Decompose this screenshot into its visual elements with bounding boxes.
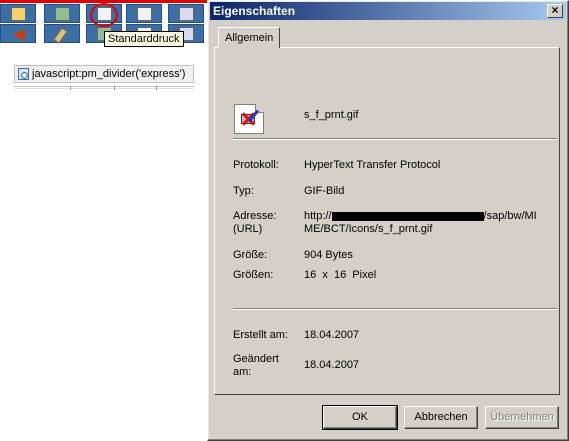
size-label: Größe: [233,249,268,261]
properties-dialog: Eigenschaften × Allgemein s_f_prnt.gif P… [207,0,569,441]
gif-file-icon [234,104,264,134]
address-label-line2: (URL) [233,223,263,235]
modified-value: 18.04.2007 [304,359,360,371]
toolbar-button[interactable] [0,4,36,23]
back-button[interactable] [0,24,36,43]
edit-button[interactable] [44,24,80,44]
modified-label: Geändert am: [233,353,279,379]
address-label-line1: Adresse: [233,210,277,222]
title-bar: Eigenschaften × [210,2,566,20]
type-value: GIF-Bild [304,185,345,197]
toolbar-icon [55,7,70,21]
cancel-button[interactable]: Abbrechen [404,406,478,429]
toolbar-button[interactable] [44,4,80,23]
highlight-circle [90,3,118,27]
close-icon: × [551,3,559,17]
dimensions-value: 16 x 16 Pixel [304,269,377,281]
print-button[interactable] [126,4,162,23]
protocol-label: Protokoll: [233,159,279,171]
size-value: 904 Bytes [304,249,353,261]
file-name: s_f_prnt.gif [304,109,359,121]
created-value: 18.04.2007 [304,329,360,341]
close-button[interactable]: × [547,4,563,18]
address-value[interactable]: http:// /sap/bw/MI ME/BCT/Icons/s_f_prnt.… [304,210,554,236]
address-prefix: http:// [304,210,332,222]
type-label: Typ: [233,185,254,197]
dimensions-label: Größen: [233,269,274,281]
apply-button[interactable]: Übernehmen [485,406,559,429]
divider-tick [114,86,115,90]
address-line2: ME/BCT/Icons/s_f_prnt.gif [304,223,433,235]
modified-label-line1: Geändert [233,353,279,365]
javascript-link-text: javascript:pm_divider('express') [32,68,186,80]
separator [233,138,557,140]
divider-tick [70,86,71,90]
dialog-title: Eigenschaften [213,4,296,18]
ok-button[interactable]: OK [322,405,398,430]
divider-tick [156,86,157,90]
separator [233,308,557,310]
toolbar-icon [179,7,194,21]
page-icon [18,68,29,80]
arrow-left-icon [13,29,25,41]
tab-panel: s_f_prnt.gif Protokoll: HyperText Transf… [214,47,560,395]
created-label: Erstellt am: [233,329,289,341]
divider [14,86,194,90]
tooltip: Standarddruck [104,31,184,47]
protocol-value: HyperText Transfer Protocol [304,159,441,171]
toolbar-button[interactable] [168,4,204,23]
toolbar-icon [11,7,26,21]
modified-label-line2: am: [233,366,252,378]
address-label: Adresse: (URL) [233,210,276,236]
address-suffix: /sap/bw/MI [483,210,537,222]
javascript-link[interactable]: javascript:pm_divider('express') [14,65,194,83]
printer-icon [137,7,152,21]
tab-general[interactable]: Allgemein [218,27,281,48]
redacted-host [331,211,484,221]
pencil-icon [53,27,68,44]
